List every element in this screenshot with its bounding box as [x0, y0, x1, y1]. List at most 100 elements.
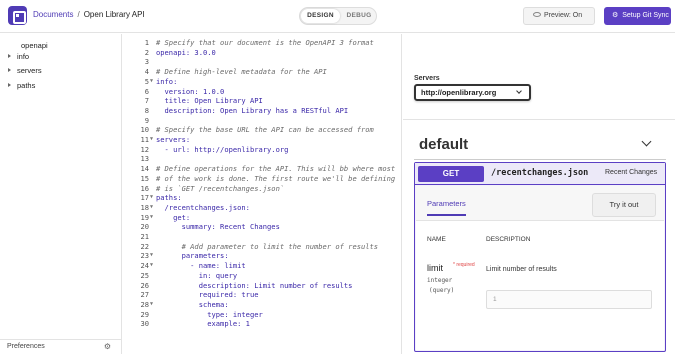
code-line[interactable]: 20 summary: Recent Changes: [122, 222, 401, 232]
line-number: 21: [140, 232, 149, 241]
code-line[interactable]: 4 # Define high-level metadata for the AP…: [122, 67, 401, 77]
app-logo-icon[interactable]: [8, 6, 27, 25]
code-line[interactable]: 12 - url: http://openlibrary.org: [122, 145, 401, 155]
operation-tabs: Parameters Try it out: [416, 186, 664, 221]
column-header-description: DESCRIPTION: [486, 236, 531, 243]
code-line[interactable]: 15 # of the work is done. The first route…: [122, 174, 401, 184]
code-text: description: Limit number of results: [156, 280, 353, 290]
code-text: # is `GET /recentchanges.json`: [156, 183, 285, 193]
code-line[interactable]: 25 in: query: [122, 270, 401, 281]
preferences-label: Preferences: [7, 343, 45, 350]
code-line[interactable]: 29 type: integer: [122, 309, 401, 320]
top-bar: Documents / Open Library API DESIGN DEBUG …: [0, 0, 675, 33]
code-line[interactable]: 19 ▼ get:: [122, 212, 401, 223]
gear-icon[interactable]: ⚙: [104, 340, 111, 354]
sync-label: Setup Git Sync: [622, 12, 669, 19]
code-line[interactable]: 23 ▼ parameters:: [122, 251, 401, 261]
code-text: # Specify the base URL the API can be ac…: [156, 125, 374, 135]
code-text: in: query: [156, 270, 238, 280]
sidebar-item-paths[interactable]: paths: [8, 80, 35, 92]
code-line[interactable]: 7 title: Open Library API: [122, 96, 401, 106]
code-line[interactable]: 5 ▼ info:: [122, 77, 401, 87]
chevron-right-icon: [8, 83, 11, 88]
code-line[interactable]: 27 required: true: [122, 290, 401, 300]
code-line[interactable]: 30 example: 1: [122, 319, 401, 329]
divider: [403, 119, 675, 120]
preview-toggle-button[interactable]: Preview: On: [523, 7, 595, 25]
parameter-value-input[interactable]: 1: [486, 290, 652, 309]
operation-summary-row[interactable]: GET /recentchanges.json Recent Changes: [415, 163, 665, 185]
preview-label: Preview: On: [544, 12, 583, 19]
line-number: 19: [140, 212, 149, 222]
fold-chevron-icon[interactable]: ▼: [150, 251, 153, 261]
line-number: 28: [140, 299, 149, 309]
fold-chevron-icon[interactable]: ▼: [150, 300, 153, 310]
tab-debug[interactable]: DEBUG: [343, 9, 375, 23]
fold-chevron-icon[interactable]: ▼: [150, 203, 153, 213]
code-line[interactable]: 1 # Specify that our document is the Open…: [122, 38, 401, 48]
line-number: 9: [144, 115, 149, 125]
code-text: # Add parameter to limit the number of r…: [156, 241, 379, 251]
line-number: 1: [144, 38, 149, 47]
code-text: servers:: [156, 135, 191, 144]
sidebar-item-servers[interactable]: servers: [8, 65, 42, 77]
code-line[interactable]: 28 ▼ schema:: [122, 299, 401, 310]
sidebar: openapi info servers paths Preferences ⚙: [0, 34, 122, 354]
line-number: 8: [144, 105, 149, 115]
parameter-name: limit: [427, 263, 443, 273]
code-line[interactable]: 3: [122, 57, 401, 67]
sidebar-item-info[interactable]: info: [8, 51, 29, 63]
code-line[interactable]: 22 # Add parameter to limit the number o…: [122, 241, 401, 252]
breadcrumb-current: Open Library API: [83, 10, 145, 19]
line-number: 23: [140, 251, 149, 261]
parameter-description: Limit number of results: [486, 266, 557, 273]
code-line[interactable]: 13: [122, 154, 401, 164]
code-line[interactable]: 11 ▼ servers:: [122, 135, 401, 145]
code-text: # Specify that our document is the OpenA…: [156, 38, 374, 47]
code-text: parameters:: [156, 251, 229, 261]
code-line[interactable]: 14 # Define operations for the API. This …: [122, 164, 401, 174]
code-line[interactable]: 8 description: Open Library has a RESTfu…: [122, 105, 401, 116]
preferences-bar[interactable]: Preferences ⚙: [0, 339, 121, 354]
code-line[interactable]: 16 # is `GET /recentchanges.json`: [122, 183, 401, 194]
setup-git-sync-button[interactable]: ⚙ Setup Git Sync: [604, 7, 671, 25]
method-badge: GET: [418, 166, 484, 182]
code-line[interactable]: 6 version: 1.0.0: [122, 86, 401, 97]
fold-chevron-icon[interactable]: ▼: [150, 261, 153, 271]
code-line[interactable]: 26 description: Limit number of results: [122, 280, 401, 291]
code-line[interactable]: 24 ▼ - name: limit: [122, 261, 401, 271]
fold-chevron-icon[interactable]: ▼: [150, 77, 153, 87]
code-line[interactable]: 21: [122, 232, 401, 242]
tag-title[interactable]: default: [419, 136, 468, 153]
column-header-name: NAME: [427, 236, 446, 243]
code-text: schema:: [156, 299, 229, 309]
code-text: get:: [156, 212, 191, 222]
tab-parameters[interactable]: Parameters: [427, 199, 466, 216]
code-line[interactable]: 18 ▼ /recentchanges.json:: [122, 203, 401, 213]
mode-toggle[interactable]: DESIGN DEBUG: [299, 7, 377, 25]
code-text: # Define high-level metadata for the API: [156, 67, 327, 77]
fold-chevron-icon[interactable]: ▼: [150, 193, 153, 203]
code-line[interactable]: 9: [122, 115, 401, 126]
fold-chevron-icon[interactable]: ▼: [150, 213, 153, 223]
parameter-location: (query): [429, 287, 455, 294]
eye-icon: [533, 11, 541, 17]
server-select[interactable]: http://openlibrary.org: [414, 84, 531, 101]
sidebar-item-label: info: [17, 52, 30, 61]
chevron-down-icon[interactable]: [641, 136, 652, 147]
servers-label: Servers: [414, 75, 440, 82]
code-line[interactable]: 10 # Specify the base URL the API can be …: [122, 125, 401, 135]
fold-chevron-icon[interactable]: ▼: [150, 135, 153, 145]
code-line[interactable]: 17 ▼ paths:: [122, 193, 401, 203]
breadcrumb-documents-link[interactable]: Documents: [33, 10, 73, 19]
line-number: 10: [140, 125, 149, 135]
line-number: 11: [140, 135, 149, 144]
code-text: type: integer: [156, 309, 263, 319]
line-number: 6: [144, 86, 149, 96]
code-text: paths:: [156, 193, 182, 203]
tab-design[interactable]: DESIGN: [301, 9, 340, 23]
code-line[interactable]: 2 openapi: 3.0.0: [122, 48, 401, 58]
try-it-out-button[interactable]: Try it out: [592, 193, 656, 217]
code-editor[interactable]: 1 # Specify that our document is the Open…: [122, 34, 402, 354]
sidebar-item-label: paths: [17, 81, 36, 90]
